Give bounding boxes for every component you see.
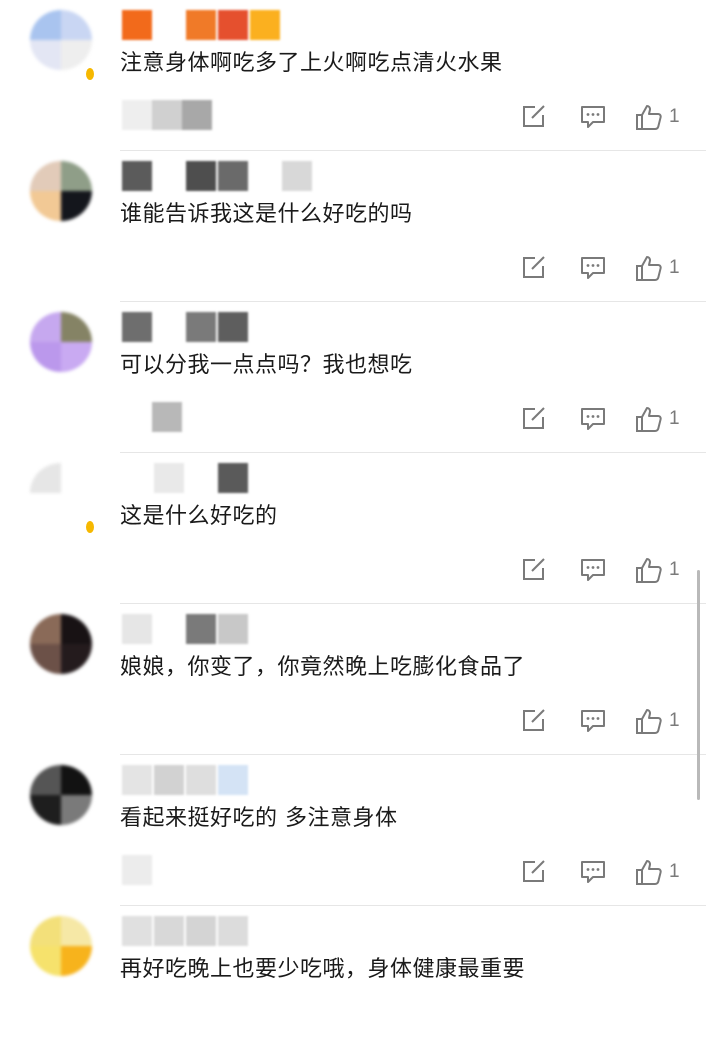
thumbs-up-icon <box>635 858 663 886</box>
avatar[interactable] <box>30 765 92 825</box>
like-count: 1 <box>669 257 680 278</box>
comment-text: 谁能告诉我这是什么好吃的吗 <box>120 202 413 227</box>
avatar[interactable] <box>30 614 92 674</box>
like-button[interactable]: 1 <box>635 102 680 132</box>
comment-item: 娘娘，你变了，你竟然晚上吃膨化食品了 1 <box>0 604 706 755</box>
comment-reply-icon[interactable] <box>580 253 606 283</box>
comment-item: 谁能告诉我这是什么好吃的吗 1 <box>0 151 706 302</box>
comment-actions: 1 <box>520 404 690 436</box>
scrollbar[interactable] <box>697 570 700 800</box>
vip-badge-icon <box>86 521 94 533</box>
comment-text: 看起来挺好吃的 多注意身体 <box>120 806 398 831</box>
share-edit-icon[interactable] <box>520 706 546 736</box>
share-edit-icon[interactable] <box>520 404 546 434</box>
like-button[interactable]: 1 <box>635 706 680 736</box>
share-edit-icon[interactable] <box>520 253 546 283</box>
comment-reply-icon[interactable] <box>580 706 606 736</box>
timestamp-pixelated <box>122 100 212 130</box>
comment-actions: 1 <box>520 102 690 134</box>
like-button[interactable]: 1 <box>635 857 680 887</box>
comment-text: 再好吃晚上也要少吃哦，身体健康最重要 <box>120 957 526 982</box>
username-pixelated[interactable] <box>122 10 280 42</box>
like-count: 1 <box>669 710 680 731</box>
comment-reply-icon[interactable] <box>580 404 606 434</box>
comment-text: 注意身体啊吃多了上火啊吃点清火水果 <box>120 51 503 76</box>
avatar[interactable] <box>30 161 92 221</box>
comment-item: 这是什么好吃的 1 <box>0 453 706 604</box>
username-pixelated[interactable] <box>122 161 312 193</box>
comment-item: 注意身体啊吃多了上火啊吃点清火水果 1 <box>0 0 706 151</box>
avatar[interactable] <box>30 916 92 976</box>
username-pixelated[interactable] <box>122 916 248 948</box>
avatar[interactable] <box>30 312 92 372</box>
avatar[interactable] <box>30 463 92 523</box>
comment-item: 再好吃晚上也要少吃哦，身体健康最重要 <box>0 906 706 1057</box>
like-count: 1 <box>669 559 680 580</box>
thumbs-up-icon <box>635 405 663 433</box>
like-count: 1 <box>669 408 680 429</box>
comment-actions: 1 <box>520 555 690 587</box>
comment-actions: 1 <box>520 253 690 285</box>
thumbs-up-icon <box>635 707 663 735</box>
like-count: 1 <box>669 106 680 127</box>
comment-item: 可以分我一点点吗？我也想吃 1 <box>0 302 706 453</box>
comment-item: 看起来挺好吃的 多注意身体 1 <box>0 755 706 906</box>
thumbs-up-icon <box>635 103 663 131</box>
username-pixelated[interactable] <box>122 312 248 344</box>
like-button[interactable]: 1 <box>635 404 680 434</box>
thumbs-up-icon <box>635 556 663 584</box>
username-pixelated[interactable] <box>122 614 248 646</box>
timestamp-pixelated <box>122 402 182 432</box>
like-button[interactable]: 1 <box>635 253 680 283</box>
comment-text: 娘娘，你变了，你竟然晚上吃膨化食品了 <box>120 655 526 680</box>
comment-reply-icon[interactable] <box>580 857 606 887</box>
like-button[interactable]: 1 <box>635 555 680 585</box>
share-edit-icon[interactable] <box>520 555 546 585</box>
comment-text: 这是什么好吃的 <box>120 504 278 529</box>
comment-reply-icon[interactable] <box>580 555 606 585</box>
share-edit-icon[interactable] <box>520 857 546 887</box>
share-edit-icon[interactable] <box>520 102 546 132</box>
comment-reply-icon[interactable] <box>580 102 606 132</box>
thumbs-up-icon <box>635 254 663 282</box>
username-pixelated[interactable] <box>122 765 248 797</box>
like-count: 1 <box>669 861 680 882</box>
comment-actions: 1 <box>520 857 690 889</box>
username-pixelated[interactable] <box>122 463 248 495</box>
comment-actions: 1 <box>520 706 690 738</box>
avatar[interactable] <box>30 10 92 70</box>
vip-badge-icon <box>86 68 94 80</box>
comment-text: 可以分我一点点吗？我也想吃 <box>120 353 413 378</box>
timestamp-pixelated <box>122 855 152 885</box>
